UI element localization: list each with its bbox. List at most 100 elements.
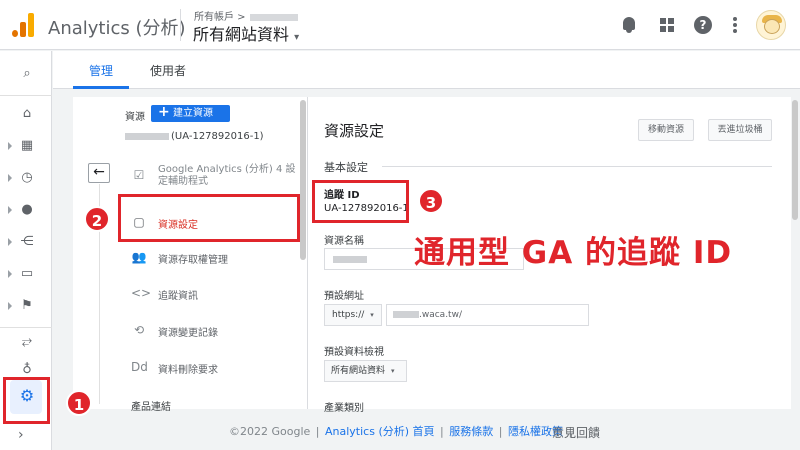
footer: ©2022 Google | Analytics (分析) 首頁 | 服務條款 … xyxy=(229,423,574,439)
analytics-logo-icon[interactable] xyxy=(12,13,36,37)
highlight-box-gear xyxy=(3,377,50,424)
history-icon: ⟲ xyxy=(133,323,145,337)
top-app-bar: Analytics (分析) 所有帳戶 > 所有網站資料 ▾ ? xyxy=(0,0,800,50)
expand-arrow-icon xyxy=(8,174,12,182)
nav-divider xyxy=(0,95,52,96)
flag-icon: ⚑ xyxy=(21,298,33,313)
default-url-label: 預設網址 xyxy=(324,291,364,302)
code-icon: <> xyxy=(131,286,152,300)
step-badge-2: 2 xyxy=(84,206,110,232)
redacted-property-name xyxy=(333,256,367,263)
app-title: Analytics (分析) xyxy=(48,18,186,39)
chevron-right-icon[interactable]: › xyxy=(18,427,24,443)
move-to-trash-button[interactable]: 丟進垃圾桶 xyxy=(708,119,772,141)
property-selector-label: 所有網站資料 xyxy=(193,25,290,44)
behavior-window-icon: ▭ xyxy=(20,266,34,281)
avatar[interactable] xyxy=(756,10,786,40)
dd-icon: Dd xyxy=(131,360,148,374)
create-property-label: 建立資源 xyxy=(173,108,213,119)
apps-grid-icon[interactable] xyxy=(656,14,678,36)
menu-item-label: Google Analytics (分析) 4 設定輔助程式 xyxy=(158,164,296,187)
people-icon: 👥 xyxy=(131,250,147,264)
lightbulb-icon: ♁ xyxy=(22,362,32,377)
active-tab-indicator xyxy=(73,86,129,89)
copyright-text: ©2022 Google xyxy=(229,425,311,438)
caret-down-icon: ▾ xyxy=(391,367,395,375)
default-url-input[interactable]: .waca.tw/ xyxy=(386,304,589,326)
terms-of-service-link[interactable]: 服務條款 xyxy=(449,425,493,438)
redacted-property-name xyxy=(125,132,169,140)
nav-realtime[interactable]: ◷ xyxy=(0,163,52,193)
basic-settings-heading: 基本設定 xyxy=(324,161,368,174)
person-icon: ● xyxy=(21,202,33,217)
default-view-value: 所有網站資料 xyxy=(331,366,386,376)
move-property-button[interactable]: 移動資源 xyxy=(638,119,694,141)
tab-user[interactable]: 使用者 xyxy=(150,62,186,79)
plus-icon: + xyxy=(158,104,170,120)
menu-item-label: 資源存取權管理 xyxy=(158,255,228,266)
menu-item-label: 資料刪除要求 xyxy=(158,365,218,376)
protocol-select[interactable]: https:// ▾ xyxy=(324,304,382,326)
more-vert-icon[interactable] xyxy=(724,14,746,36)
caret-down-icon: ▾ xyxy=(370,311,374,319)
step-badge-3: 3 xyxy=(418,188,444,214)
panel-scrollbar[interactable] xyxy=(792,100,798,220)
redacted-subdomain xyxy=(393,311,419,318)
default-view-label: 預設資料檢視 xyxy=(324,347,384,358)
search-icon: ⌕ xyxy=(23,66,31,81)
footer-separator: | xyxy=(315,425,320,438)
analytics-home-link[interactable]: Analytics (分析) 首頁 xyxy=(325,425,435,438)
nav-search[interactable]: ⌕ xyxy=(0,59,52,89)
back-arrow-button[interactable]: ← xyxy=(88,163,110,183)
nav-home[interactable]: ⌂ xyxy=(0,99,52,129)
nav-acquisition[interactable]: ⋲ xyxy=(0,227,52,257)
expand-arrow-icon xyxy=(8,302,12,310)
notifications-bell-icon[interactable] xyxy=(618,14,640,36)
property-column: 資源 + 建立資源 (UA-127892016-1) ← ☑ Google An… xyxy=(73,97,307,413)
help-icon[interactable]: ? xyxy=(692,14,714,36)
check-square-icon: ☑ xyxy=(133,168,145,182)
nav-customization[interactable]: ▦ xyxy=(0,131,52,161)
tab-admin[interactable]: 管理 xyxy=(89,62,113,79)
admin-tabs: 管理 使用者 xyxy=(53,51,800,89)
column-scrollbar[interactable] xyxy=(300,100,306,260)
redacted-account-name xyxy=(249,13,298,21)
protocol-value: https:// xyxy=(332,310,365,320)
section-divider xyxy=(382,166,772,167)
step-badge-1: 1 xyxy=(66,390,92,416)
industry-category-label: 產業類別 xyxy=(324,403,364,414)
expand-arrow-icon xyxy=(8,206,12,214)
product-links-heading: 產品連結 xyxy=(131,402,171,413)
header-divider xyxy=(180,9,181,41)
property-id-selector[interactable]: (UA-127892016-1) xyxy=(125,131,264,142)
column-label: 資源 xyxy=(125,112,145,123)
footer-separator: | xyxy=(498,425,503,438)
panel-title: 資源設定 xyxy=(324,122,385,140)
highlight-box-property-settings xyxy=(118,194,300,242)
property-name-label: 資源名稱 xyxy=(324,236,364,247)
help-glyph: ? xyxy=(694,16,712,34)
create-property-button[interactable]: + 建立資源 xyxy=(151,104,230,122)
caret-down-icon: ▾ xyxy=(294,32,300,43)
expand-arrow-icon xyxy=(8,270,12,278)
default-url-value: .waca.tw/ xyxy=(419,310,462,320)
highlight-box-tracking-id xyxy=(312,180,409,223)
default-view-select[interactable]: 所有網站資料 ▾ xyxy=(324,360,407,382)
nav-behavior[interactable]: ▭ xyxy=(0,259,52,289)
nav-audience[interactable]: ● xyxy=(0,195,52,225)
menu-item-label: 資源變更記錄 xyxy=(158,328,218,339)
dashboard-icon: ▦ xyxy=(20,138,34,153)
property-id-text: (UA-127892016-1) xyxy=(171,131,264,142)
home-icon: ⌂ xyxy=(22,106,32,121)
nav-attribution[interactable]: ⥂ xyxy=(0,327,52,357)
expand-arrow-icon xyxy=(8,238,12,246)
acquisition-icon: ⋲ xyxy=(20,234,34,249)
property-selector[interactable]: 所有網站資料 ▾ xyxy=(193,21,299,45)
menu-item-label: 追蹤資訊 xyxy=(158,291,198,302)
tracking-id-callout: 通用型 GA 的追蹤 ID xyxy=(414,235,733,271)
expand-arrow-icon xyxy=(8,142,12,150)
nav-conversions[interactable]: ⚑ xyxy=(0,291,52,321)
footer-separator: | xyxy=(440,425,444,438)
clock-icon: ◷ xyxy=(21,170,33,185)
send-feedback-link[interactable]: 意見回饋 xyxy=(552,424,600,441)
